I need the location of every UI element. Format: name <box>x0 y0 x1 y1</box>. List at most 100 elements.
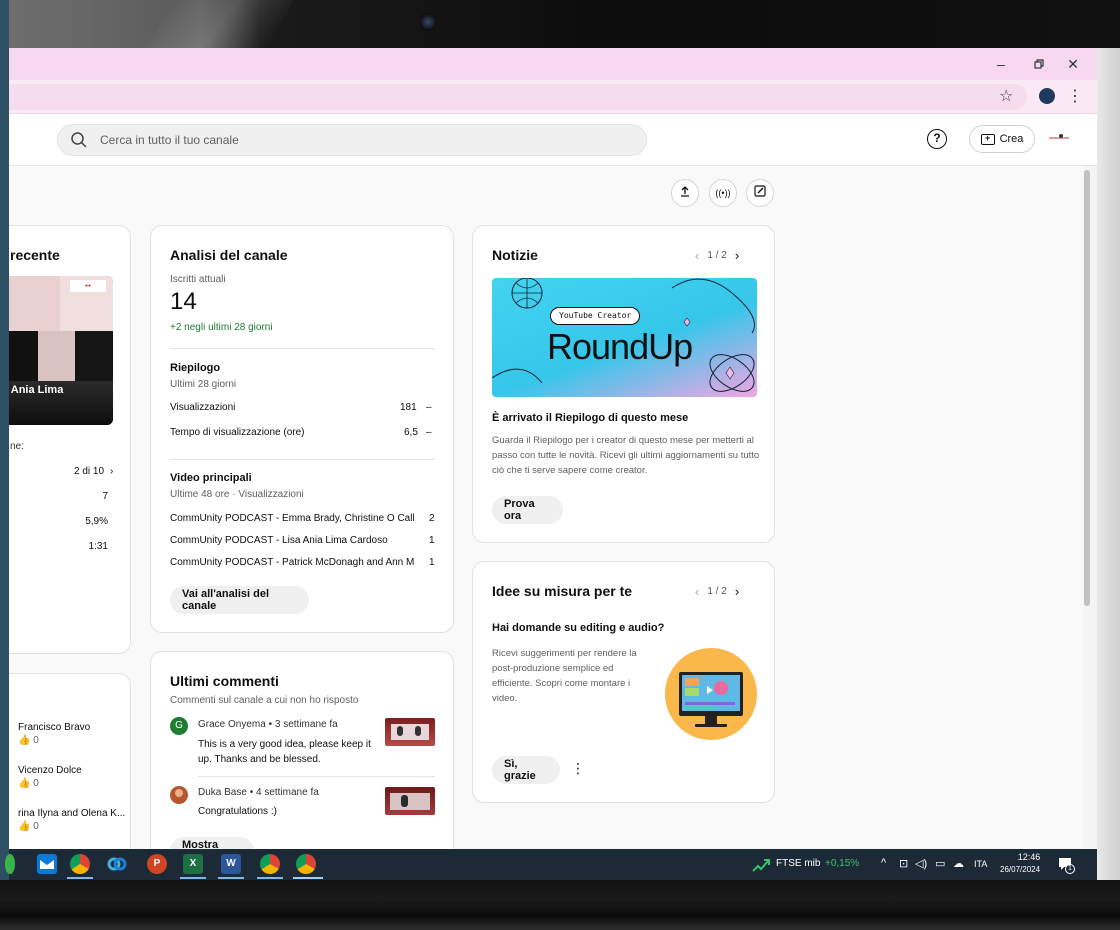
more-options-icon[interactable]: ⋮ <box>571 760 585 777</box>
subscribers-label: Iscritti attuali <box>170 274 226 285</box>
list-item[interactable]: rina Ilyna and Olena K... 👍 0 <box>18 808 125 832</box>
live-stream-icon[interactable]: ((•)) <box>709 179 737 207</box>
app-icon[interactable] <box>5 854 15 874</box>
yes-thanks-button[interactable]: Sì, grazie <box>492 756 560 784</box>
search-icon[interactable] <box>70 131 88 149</box>
minimize-icon[interactable]: – <box>989 54 1013 74</box>
comment-time: 4 settimane fa <box>255 787 319 798</box>
clock-date[interactable]: 26/07/2024 <box>1000 865 1040 874</box>
list-item-name: Vicenzo Dolce <box>18 765 82 776</box>
powerpoint-icon[interactable]: P <box>147 854 167 874</box>
channel-analytics-card: Analisi del canale Iscritti attuali 14 +… <box>150 225 454 633</box>
list-item[interactable]: Francisco Bravo 👍 0 <box>18 722 90 746</box>
create-video-icon: + <box>980 133 995 145</box>
latest-comments-card: Ultimi commenti Commenti sul canale a cu… <box>150 651 454 849</box>
windows-taskbar: P X W FTSE mib +0,15% ^ ⊡ ◁) ▭ ☁ ITA 12:… <box>5 849 1097 880</box>
banner-title: RoundUp <box>547 326 693 367</box>
summary-subtitle: Ultimi 28 giorni <box>170 379 237 390</box>
search-input[interactable] <box>100 125 630 155</box>
stock-trend-icon[interactable] <box>752 855 770 873</box>
comment-video-thumbnail[interactable] <box>385 787 435 815</box>
recent-video-caption: ne: <box>10 441 24 452</box>
comment-author[interactable]: Duka Base <box>198 787 247 798</box>
ticker-name[interactable]: FTSE mib <box>776 858 820 869</box>
metric-trend-views: – <box>426 402 432 413</box>
chevron-left-icon[interactable]: ‹ <box>695 248 699 263</box>
chevron-right-icon[interactable]: › <box>735 248 739 263</box>
laptop-bezel-top <box>0 0 1120 48</box>
chevron-right-icon[interactable]: › <box>735 584 739 599</box>
restore-icon[interactable] <box>1027 54 1051 74</box>
go-to-analytics-button[interactable]: Vai all'analisi del canale <box>170 586 309 614</box>
chevron-left-icon[interactable]: ‹ <box>695 584 699 599</box>
upload-icon[interactable] <box>671 179 699 207</box>
screen-edge-right <box>1097 48 1120 880</box>
page-scrollbar-thumb[interactable] <box>1084 170 1090 606</box>
commenter-avatar[interactable]: G <box>170 717 188 735</box>
rank-row[interactable]: 2 di 10 › <box>74 466 113 477</box>
metric-label-views: Visualizzazioni <box>170 402 236 413</box>
try-now-button[interactable]: Prova ora <box>492 496 563 524</box>
bookmark-star-icon[interactable]: ☆ <box>999 84 1013 110</box>
excel-icon[interactable]: X <box>183 854 203 874</box>
close-icon[interactable]: ✕ <box>1061 54 1085 74</box>
divider <box>170 459 435 460</box>
recent-video-card: recente ●● a Ania Lima ne: 2 di 10 › 7 5… <box>9 225 131 654</box>
chrome-icon[interactable] <box>296 854 316 874</box>
stat-value: 7 <box>102 491 108 502</box>
top-video-title[interactable]: CommUnity PODCAST - Emma Brady, Christin… <box>170 513 415 524</box>
metric-trend-watchtime: – <box>426 427 432 438</box>
onedrive-icon[interactable]: ☁ <box>953 857 964 870</box>
create-button[interactable]: + Crea <box>969 125 1035 153</box>
chrome-profile-icon[interactable] <box>70 854 90 874</box>
comment-meta: Duka Base • 4 settimane fa <box>198 787 319 798</box>
thumb-up-icon: 👍 <box>18 735 31 746</box>
top-video-views: 2 <box>429 513 435 524</box>
webcam <box>419 13 437 31</box>
editing-illustration <box>665 648 757 740</box>
subscribers-delta-text: +2 negli ultimi 28 giorni <box>170 322 273 333</box>
show-more-button[interactable]: Mostra altro <box>170 837 254 849</box>
news-pager-text: 1 / 2 <box>707 250 727 261</box>
notification-icon[interactable]: 1 <box>1057 856 1075 874</box>
commenter-avatar[interactable] <box>170 786 188 804</box>
metric-value-views: 181 <box>400 402 417 413</box>
chevron-up-icon[interactable]: ^ <box>881 857 886 869</box>
mail-icon[interactable] <box>37 854 57 874</box>
comment-time: 3 settimane fa <box>274 719 338 730</box>
webex-icon[interactable] <box>107 854 127 874</box>
comment-author[interactable]: Grace Onyema <box>198 719 266 730</box>
thumbnail-logo: ●● <box>70 280 106 292</box>
speaker-icon[interactable]: ◁) <box>915 857 927 870</box>
like-count: 0 <box>33 821 39 832</box>
chevron-right-icon[interactable]: › <box>110 466 113 477</box>
comment-video-thumbnail[interactable] <box>385 718 435 746</box>
browser-menu-icon[interactable]: ⋮ <box>1067 86 1083 108</box>
roundup-banner[interactable]: YouTube Creator RoundUp <box>492 278 757 397</box>
top-video-views: 1 <box>429 557 435 568</box>
list-item[interactable]: Vicenzo Dolce 👍 0 <box>18 765 82 789</box>
like-count: 0 <box>33 778 39 789</box>
address-bar[interactable] <box>9 84 1027 110</box>
meet-icon[interactable]: ⊡ <box>899 857 908 870</box>
video-thumbnail[interactable]: ●● a Ania Lima <box>9 276 113 425</box>
screen-edge-left <box>0 0 9 930</box>
edit-post-icon[interactable] <box>746 179 774 207</box>
chrome-icon[interactable] <box>260 854 280 874</box>
clock-time[interactable]: 12:46 <box>1011 852 1047 862</box>
browser-profile-icon[interactable] <box>1039 88 1055 104</box>
news-pager: ‹ 1 / 2 › <box>695 248 739 263</box>
ideas-pager: ‹ 1 / 2 › <box>695 584 739 599</box>
top-video-views: 1 <box>429 535 435 546</box>
network-icon[interactable]: ▭ <box>935 857 945 870</box>
language-indicator[interactable]: ITA <box>974 859 987 869</box>
notification-count: 1 <box>1065 864 1075 874</box>
top-video-title[interactable]: CommUnity PODCAST - Lisa Ania Lima Cardo… <box>170 535 415 546</box>
top-video-title[interactable]: CommUnity PODCAST - Patrick McDonagh and… <box>170 557 415 568</box>
laptop-bezel-bottom <box>0 880 1120 930</box>
comment-meta: Grace Onyema • 3 settimane fa <box>198 719 338 730</box>
dashboard-page: ((•)) recente ●● a Ania Lima ne: 2 di 10… <box>9 166 1083 849</box>
help-icon[interactable]: ? <box>927 129 947 149</box>
channel-avatar[interactable] <box>1047 132 1071 146</box>
word-icon[interactable]: W <box>221 854 241 874</box>
